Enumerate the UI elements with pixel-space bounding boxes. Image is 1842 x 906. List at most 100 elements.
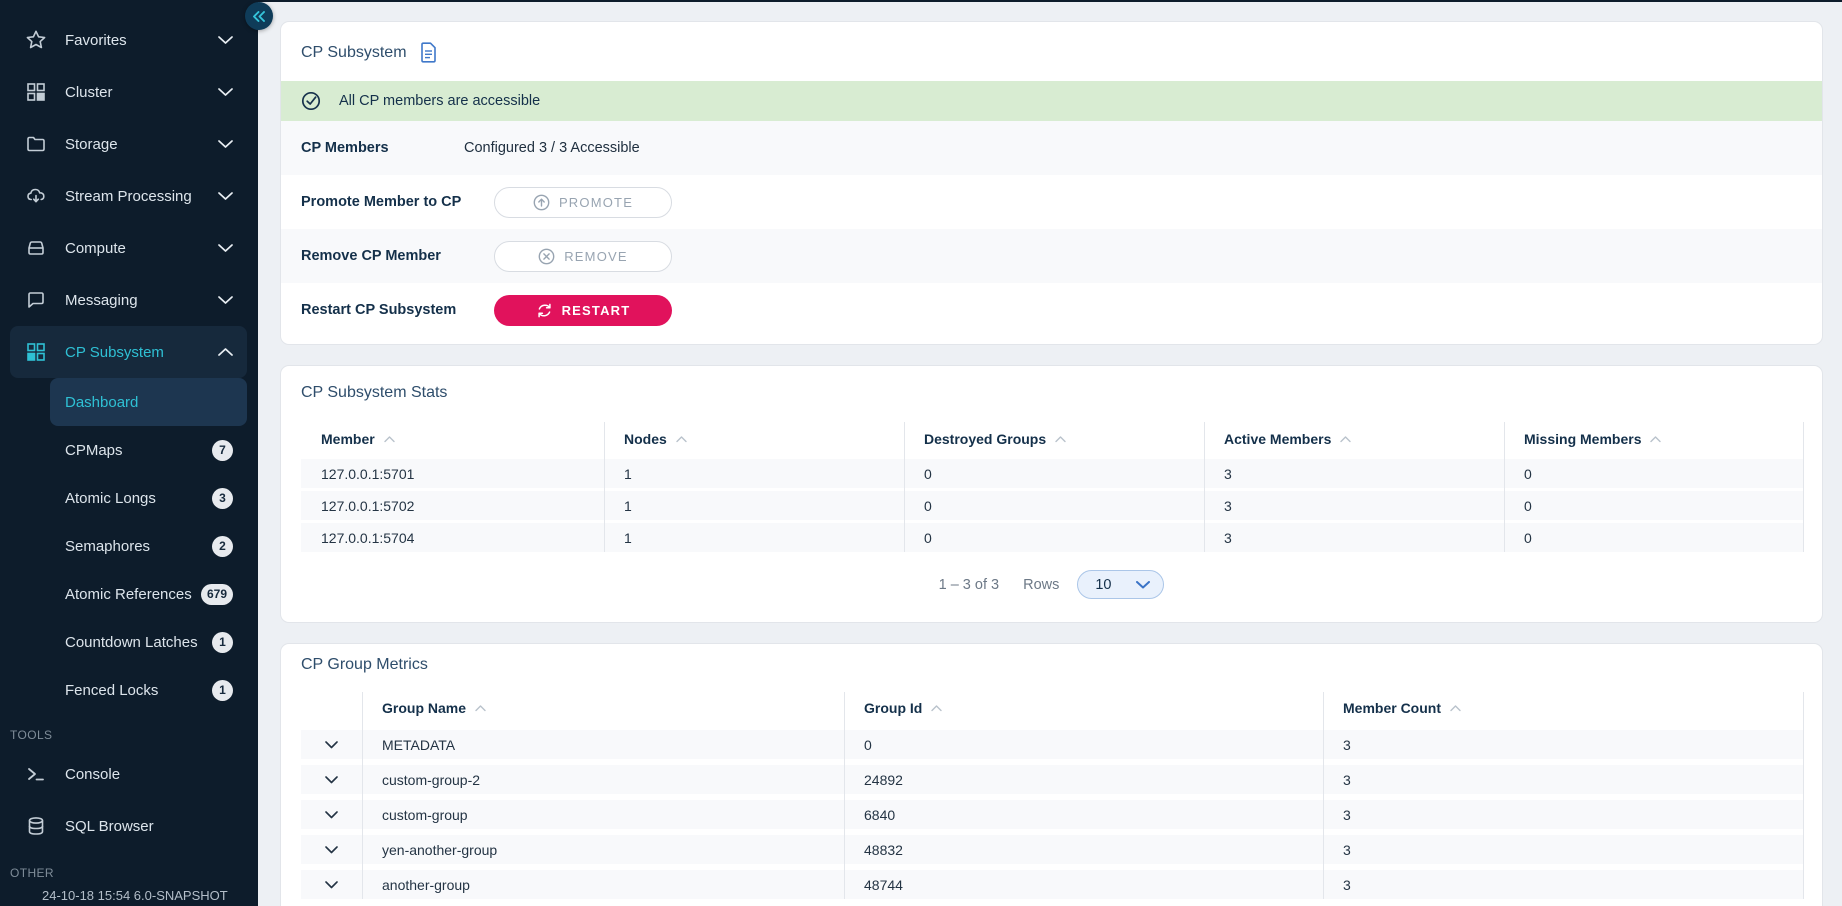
cell-destroyed-groups: 0 <box>904 466 1204 482</box>
sidebar-item-label: Favorites <box>65 32 218 49</box>
table-row: custom-group 6840 3 <box>301 800 1804 829</box>
sidebar-item-label: Cluster <box>65 84 218 101</box>
row-expand-button[interactable] <box>301 776 362 784</box>
sidebar-item-label: Messaging <box>65 292 218 309</box>
sort-icon <box>384 436 395 443</box>
stats-table: Member Nodes Destroyed Groups Active Mem… <box>301 422 1804 552</box>
promote-button[interactable]: PROMOTE <box>494 187 672 218</box>
terminal-icon <box>25 763 47 785</box>
sidebar-item-cluster[interactable]: Cluster <box>10 66 247 118</box>
sidebar-item-cpmaps[interactable]: CPMaps 7 <box>50 426 247 474</box>
column-header-nodes[interactable]: Nodes <box>604 431 904 447</box>
column-header-group-id[interactable]: Group Id <box>844 700 1323 716</box>
row-label: CP Members <box>301 140 464 156</box>
remove-button-label: REMOVE <box>564 249 628 264</box>
folder-icon <box>25 133 47 155</box>
column-divider <box>604 422 605 552</box>
cell-group-id: 6840 <box>844 807 1323 823</box>
sidebar-item-console[interactable]: Console <box>10 748 247 800</box>
row-label: Remove CP Member <box>301 248 464 264</box>
page-title: CP Subsystem <box>301 44 407 62</box>
column-header-destroyed-groups[interactable]: Destroyed Groups <box>904 431 1204 447</box>
cell-member-count: 3 <box>1323 877 1804 893</box>
cell-group-name: custom-group <box>362 807 844 823</box>
sidebar-item-cp-subsystem[interactable]: CP Subsystem <box>10 326 247 378</box>
row-label: Restart CP Subsystem <box>301 302 464 318</box>
count-badge: 2 <box>212 536 233 557</box>
chevron-down-icon <box>325 846 338 854</box>
row-expand-button[interactable] <box>301 811 362 819</box>
row-expand-button[interactable] <box>301 846 362 854</box>
star-icon <box>25 29 47 51</box>
count-badge: 679 <box>201 584 233 605</box>
column-divider <box>1803 422 1804 552</box>
restart-button[interactable]: RESTART <box>494 295 672 326</box>
cell-missing-members: 0 <box>1504 530 1804 546</box>
sidebar-item-fenced-locks[interactable]: Fenced Locks 1 <box>50 666 247 714</box>
rows-per-page-select[interactable]: 10 <box>1077 570 1164 599</box>
row-expand-button[interactable] <box>301 741 362 749</box>
sidebar-item-dashboard[interactable]: Dashboard <box>50 378 247 426</box>
sidebar-subitem-label: Atomic Longs <box>65 490 156 507</box>
document-icon[interactable] <box>420 42 437 63</box>
cell-group-id: 48744 <box>844 877 1323 893</box>
cell-nodes: 1 <box>604 498 904 514</box>
cell-nodes: 1 <box>604 466 904 482</box>
sidebar-item-messaging[interactable]: Messaging <box>10 274 247 326</box>
remove-button[interactable]: REMOVE <box>494 241 672 272</box>
cell-member-count: 3 <box>1323 842 1804 858</box>
restart-row: Restart CP Subsystem RESTART <box>281 283 1822 337</box>
table-row: 127.0.0.1:5702 1 0 3 0 <box>301 491 1804 520</box>
sidebar-item-favorites[interactable]: Favorites <box>10 14 247 66</box>
sidebar-subitem-label: Fenced Locks <box>65 682 158 699</box>
cell-destroyed-groups: 0 <box>904 498 1204 514</box>
row-expand-button[interactable] <box>301 881 362 889</box>
sidebar: Favorites Cluster Storage Stream Process… <box>0 0 258 906</box>
sidebar-item-atomic-references[interactable]: Atomic References 679 <box>50 570 247 618</box>
sidebar-item-compute[interactable]: Compute <box>10 222 247 274</box>
sidebar-item-countdown-latches[interactable]: Countdown Latches 1 <box>50 618 247 666</box>
column-divider <box>1323 692 1324 899</box>
column-header-group-name[interactable]: Group Name <box>362 700 844 716</box>
sidebar-item-atomic-longs[interactable]: Atomic Longs 3 <box>50 474 247 522</box>
cell-group-id: 0 <box>844 737 1323 753</box>
column-header-active-members[interactable]: Active Members <box>1204 431 1504 447</box>
sidebar-item-label: Stream Processing <box>65 188 218 205</box>
sidebar-item-label: Compute <box>65 240 218 257</box>
x-circle-icon <box>538 248 555 265</box>
cell-member-count: 3 <box>1323 807 1804 823</box>
sidebar-item-storage[interactable]: Storage <box>10 118 247 170</box>
other-section-label: OTHER <box>10 866 258 880</box>
groups-title: CP Group Metrics <box>301 656 428 674</box>
cp-panel-rows: CP Members Configured 3 / 3 Accessible P… <box>281 121 1822 337</box>
column-header-member-count[interactable]: Member Count <box>1323 700 1804 716</box>
cp-subsystem-stats-panel: CP Subsystem Stats Member Nodes Destroye… <box>280 365 1823 623</box>
stream-cloud-icon <box>25 185 47 207</box>
row-label: Promote Member to CP <box>301 194 464 210</box>
restart-button-label: RESTART <box>562 303 631 318</box>
column-header-missing-members[interactable]: Missing Members <box>1504 431 1804 447</box>
chevron-down-icon <box>325 776 338 784</box>
table-row: METADATA 0 3 <box>301 730 1804 759</box>
cell-group-id: 48832 <box>844 842 1323 858</box>
double-chevron-left-icon <box>252 11 266 22</box>
sidebar-collapse-button[interactable] <box>245 2 273 30</box>
promote-row: Promote Member to CP PROMOTE <box>281 175 1822 229</box>
chevron-up-icon <box>218 348 233 356</box>
column-header-member[interactable]: Member <box>301 431 604 447</box>
main-content: CP Subsystem All CP members are accessib… <box>258 0 1842 906</box>
sidebar-item-stream-processing[interactable]: Stream Processing <box>10 170 247 222</box>
cp-grid-icon <box>25 341 47 363</box>
cell-group-name: another-group <box>362 877 844 893</box>
sidebar-item-sql-browser[interactable]: SQL Browser <box>10 800 247 852</box>
database-icon <box>25 815 47 837</box>
cp-group-metrics-panel: CP Group Metrics Group Name Group Id Mem… <box>280 643 1823 906</box>
chevron-down-icon <box>325 741 338 749</box>
version-text: 24-10-18 15:54 6.0-SNAPSHOT <box>0 888 258 903</box>
count-badge: 1 <box>212 680 233 701</box>
sidebar-item-semaphores[interactable]: Semaphores 2 <box>50 522 247 570</box>
groups-table-header: Group Name Group Id Member Count <box>301 692 1804 724</box>
table-row: yen-another-group 48832 3 <box>301 835 1804 864</box>
cell-member-count: 3 <box>1323 737 1804 753</box>
sidebar-item-label: SQL Browser <box>65 818 233 835</box>
